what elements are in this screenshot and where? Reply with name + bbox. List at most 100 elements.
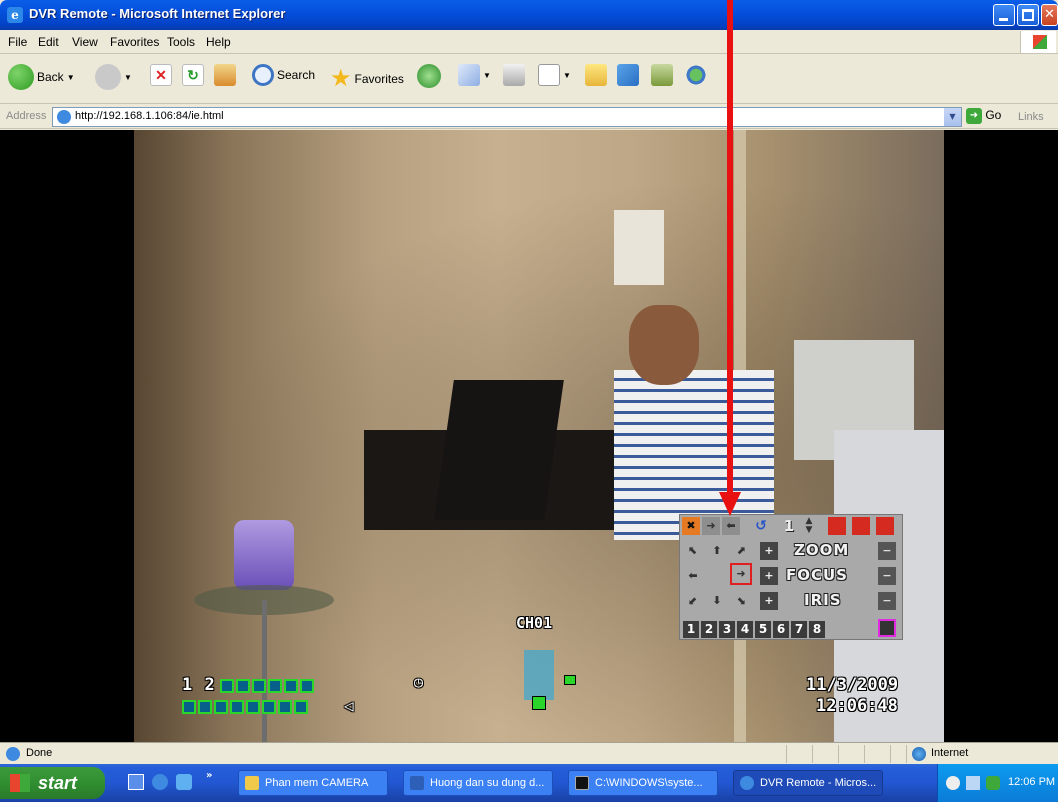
quicklaunch-ie-icon[interactable] bbox=[152, 774, 168, 790]
address-url: http://192.168.1.106:84/ie.html bbox=[75, 110, 224, 122]
channel-box bbox=[300, 678, 314, 693]
back-button[interactable]: Back ▼ bbox=[8, 64, 75, 94]
ptz-return-icon[interactable]: ↺ bbox=[752, 517, 770, 535]
ptz-down-right-arrow-icon[interactable]: ⬊ bbox=[732, 592, 750, 610]
security-tray-icon[interactable] bbox=[986, 776, 1000, 790]
stop-button[interactable]: ✕ bbox=[150, 64, 172, 94]
forward-button[interactable]: ▼ bbox=[95, 64, 132, 94]
ptz-left-arrow-icon[interactable]: ⬅ bbox=[684, 567, 702, 585]
research-button[interactable] bbox=[617, 64, 639, 94]
windows-flag-logo bbox=[1020, 31, 1056, 53]
ptz-channel-7-button[interactable]: 7 bbox=[791, 621, 807, 638]
home-button[interactable] bbox=[214, 64, 236, 94]
ptz-channel-6-button[interactable]: 6 bbox=[773, 621, 789, 638]
address-field[interactable]: http://192.168.1.106:84/ie.html ▼ bbox=[52, 107, 962, 127]
focus-minus-button[interactable]: − bbox=[878, 567, 896, 585]
ie-window: e DVR Remote - Microsoft Internet Explor… bbox=[0, 0, 1058, 802]
menu-edit[interactable]: Edit bbox=[38, 35, 59, 49]
ptz-up-right-arrow-icon[interactable]: ⬈ bbox=[732, 542, 750, 560]
zone-label: Internet bbox=[931, 747, 969, 759]
task-huong-dan[interactable]: Huong dan su dung d... bbox=[403, 770, 553, 796]
channel-box bbox=[262, 699, 276, 714]
focus-plus-button[interactable]: + bbox=[760, 567, 778, 585]
minimize-button[interactable] bbox=[993, 4, 1015, 26]
network-tray-icon[interactable] bbox=[966, 776, 980, 790]
history-icon bbox=[417, 64, 441, 88]
ptz-fullscreen-button[interactable] bbox=[878, 619, 896, 637]
ptz-channel-8-button[interactable]: 8 bbox=[809, 621, 825, 638]
channel-box bbox=[220, 678, 234, 693]
media-button[interactable] bbox=[651, 64, 673, 94]
status-divider bbox=[838, 745, 839, 763]
edit-button[interactable]: ▼ bbox=[538, 64, 571, 94]
ptz-channel-1-button[interactable]: 1 bbox=[683, 621, 699, 638]
zoom-minus-button[interactable]: − bbox=[878, 542, 896, 560]
menu-help[interactable]: Help bbox=[206, 35, 231, 49]
ptz-close-button[interactable]: ✖ bbox=[682, 517, 700, 535]
ptz-tour-button-2[interactable] bbox=[852, 517, 870, 535]
iris-minus-button[interactable]: − bbox=[878, 592, 896, 610]
folder-button[interactable] bbox=[585, 64, 607, 94]
ptz-channel-5-button[interactable]: 5 bbox=[755, 621, 771, 638]
research-icon bbox=[617, 64, 639, 86]
ptz-channel-2-button[interactable]: 2 bbox=[701, 621, 717, 638]
quicklaunch-desktop-icon[interactable] bbox=[128, 774, 144, 790]
ptz-channel-3-button[interactable]: 3 bbox=[719, 621, 735, 638]
go-button[interactable]: ➜ Go bbox=[966, 108, 1001, 124]
standard-toolbar: Back ▼ ▼ ✕ ↻ Search ★ Favorites ▼ ▼ bbox=[0, 54, 1058, 104]
messenger-icon bbox=[685, 64, 707, 86]
start-button[interactable]: start bbox=[0, 767, 105, 799]
blue-object bbox=[524, 650, 554, 700]
history-button[interactable] bbox=[417, 64, 441, 94]
camera-video-feed[interactable]: CH01 1 2 ◁ ◷ 11/3/2009 12:06:48 ✖ ➜ ⬅ ↺ … bbox=[134, 130, 944, 742]
table-leg bbox=[262, 600, 267, 742]
quicklaunch-chevron-icon[interactable]: » bbox=[206, 770, 212, 781]
refresh-button[interactable]: ↻ bbox=[182, 64, 204, 94]
ptz-right-button[interactable]: ➜ bbox=[702, 517, 720, 535]
maximize-button[interactable] bbox=[1017, 4, 1039, 26]
ptz-tour-button-3[interactable] bbox=[876, 517, 894, 535]
ptz-down-arrow-icon[interactable]: ⬇ bbox=[708, 592, 726, 610]
address-label: Address bbox=[6, 110, 47, 122]
ptz-down-left-arrow-icon[interactable]: ⬋ bbox=[684, 592, 702, 610]
menu-tools[interactable]: Tools bbox=[167, 35, 195, 49]
channel-label: CH01 bbox=[516, 614, 553, 632]
menu-file[interactable]: File bbox=[8, 35, 27, 49]
task-cmd-window[interactable]: C:\WINDOWS\syste... bbox=[568, 770, 718, 796]
messenger-button[interactable] bbox=[685, 64, 707, 94]
search-button[interactable]: Search bbox=[252, 64, 315, 94]
print-button[interactable] bbox=[503, 64, 525, 94]
focus-label: FOCUS bbox=[786, 566, 848, 584]
window-title: DVR Remote - Microsoft Internet Explorer bbox=[29, 6, 286, 21]
links-toolbar[interactable]: Links bbox=[1018, 111, 1044, 123]
ptz-control-panel: ✖ ➜ ⬅ ↺ 1 ▲ ▼ ⬉ ⬆ ⬈ ⬅ ➜ ⬋ ⬇ ⬊ + + + ZOOM … bbox=[679, 514, 903, 640]
quicklaunch-app-icon[interactable] bbox=[176, 774, 192, 790]
title-bar[interactable]: e DVR Remote - Microsoft Internet Explor… bbox=[0, 0, 1058, 30]
ptz-left-button[interactable]: ⬅ bbox=[722, 517, 740, 535]
taskbar: start » Phan mem CAMERA Huong dan su dun… bbox=[0, 764, 1058, 802]
ptz-preset-stepper[interactable]: ▲ ▼ bbox=[800, 517, 818, 535]
windows-flag-icon bbox=[1033, 35, 1047, 49]
channel-box bbox=[198, 699, 212, 714]
ptz-tour-button-1[interactable] bbox=[828, 517, 846, 535]
ptz-up-left-arrow-icon[interactable]: ⬉ bbox=[684, 542, 702, 560]
status-text: Done bbox=[26, 747, 53, 759]
task-dvr-remote[interactable]: DVR Remote - Micros... bbox=[733, 770, 883, 796]
ptz-channel-4-button[interactable]: 4 bbox=[737, 621, 753, 638]
ptz-up-arrow-icon[interactable]: ⬆ bbox=[708, 542, 726, 560]
zoom-plus-button[interactable]: + bbox=[760, 542, 778, 560]
word-doc-icon bbox=[410, 776, 424, 790]
tray-chevron-icon[interactable] bbox=[946, 776, 960, 790]
mail-button[interactable]: ▼ bbox=[458, 64, 491, 94]
close-button[interactable]: ✕ bbox=[1041, 4, 1058, 26]
favorites-button[interactable]: ★ Favorites bbox=[330, 64, 404, 94]
task-phan-mem-camera[interactable]: Phan mem CAMERA bbox=[238, 770, 388, 796]
menu-favorites[interactable]: Favorites bbox=[110, 35, 159, 49]
menu-view[interactable]: View bbox=[72, 35, 98, 49]
status-divider bbox=[786, 745, 787, 763]
tray-clock[interactable]: 12:06 PM bbox=[1008, 776, 1055, 788]
channel-box bbox=[294, 699, 308, 714]
iris-plus-button[interactable]: + bbox=[760, 592, 778, 610]
ptz-right-arrow-icon[interactable]: ➜ bbox=[730, 563, 752, 585]
address-dropdown-icon[interactable]: ▼ bbox=[944, 108, 961, 126]
